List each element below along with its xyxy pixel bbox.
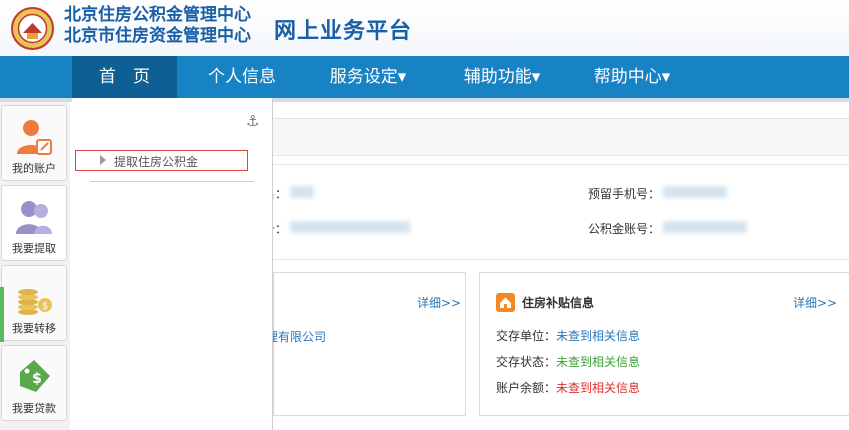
menu-item-withdraw-fund[interactable]: 提取住房公积金 [75, 150, 248, 171]
loan-icon: $ [20, 360, 50, 392]
account-number-value [663, 221, 747, 233]
subsidy-detail-link[interactable]: 详细>> [793, 294, 837, 311]
header: 北京住房公积金管理中心 北京市住房资金管理中心 网上业务平台 [0, 0, 849, 56]
subsidy-card-title: 住房补贴信息 [522, 296, 595, 310]
org-name-line1: 北京住房公积金管理中心 [64, 5, 251, 25]
phone-value [663, 186, 727, 198]
platform-title: 网上业务平台 [274, 19, 413, 44]
account-icon [17, 120, 52, 155]
housing-subsidy-card: 住房补贴信息 详细>> 交存单位：未查到相关信息 交存状态：未查到相关信息 账户… [479, 272, 849, 416]
nav-personal-info[interactable]: 个人信息 [192, 56, 292, 98]
transfer-icon: $ [18, 289, 52, 315]
sidebar-label-withdraw: 我要提取 [12, 242, 56, 255]
subsidy-row-status: 交存状态：未查到相关信息 [496, 353, 640, 370]
quick-sidebar: 我的账户 我要提取 $ 我要转移 $ 我要贷款 [0, 102, 70, 430]
nav-help-center[interactable]: 帮助中心▾ [582, 56, 682, 98]
account-info-panel: 名： 号： 预留手机号： 公积金账号： [263, 164, 849, 260]
sidebar-item-withdraw[interactable]: 我要提取 [1, 185, 67, 261]
svg-text:$: $ [42, 301, 48, 312]
sidebar-label-loan: 我要贷款 [12, 402, 56, 415]
fund-info-card: 详细>> 理有限公司 [266, 272, 466, 416]
sidebar-item-loan[interactable]: $ 我要贷款 [1, 345, 67, 421]
anchor-icon[interactable]: ⚓ [246, 112, 259, 130]
sidebar-side-tab[interactable] [0, 287, 4, 342]
logo-icon [11, 7, 54, 50]
phone-label: 预留手机号： [588, 187, 661, 201]
subsidy-balance-value: 未查到相关信息 [556, 381, 641, 395]
svg-text:$: $ [32, 371, 42, 387]
sidebar-item-transfer[interactable]: $ 我要转移 [1, 265, 67, 341]
subsidy-row-balance: 账户余额：未查到相关信息 [496, 379, 640, 396]
nav-auxiliary[interactable]: 辅助功能▾ [452, 56, 552, 98]
org-name-line2: 北京市住房资金管理中心 [64, 26, 251, 46]
subsidy-status-value: 未查到相关信息 [556, 355, 641, 369]
home-dropdown-menu: ⚓ 提取住房公积金 [72, 98, 273, 430]
subsidy-unit-label: 交存单位： [496, 329, 557, 343]
subsidy-row-unit: 交存单位：未查到相关信息 [496, 327, 640, 344]
sidebar-label-transfer: 我要转移 [12, 322, 56, 335]
triangle-right-icon [100, 155, 106, 165]
main-title-bar [273, 118, 849, 156]
fund-company-value: 理有限公司 [266, 330, 327, 344]
house-icon [496, 293, 515, 312]
fund-detail-link[interactable]: 详细>> [417, 294, 461, 311]
sidebar-label-my-account: 我的账户 [12, 162, 56, 175]
subsidy-balance-label: 账户余额： [496, 381, 557, 395]
org-name: 北京住房公积金管理中心 北京市住房资金管理中心 [64, 5, 251, 47]
sidebar-item-my-account[interactable]: 我的账户 [1, 105, 67, 181]
id-value [290, 221, 410, 233]
nav-home[interactable]: 首 页 [72, 56, 177, 98]
subsidy-unit-value: 未查到相关信息 [556, 329, 641, 343]
withdraw-icon [16, 201, 52, 234]
subsidy-status-label: 交存状态： [496, 355, 557, 369]
menu-item-label: 提取住房公积金 [114, 155, 199, 169]
menu-divider [90, 181, 254, 182]
account-number-label: 公积金账号： [588, 222, 661, 236]
nav-service-settings[interactable]: 服务设定▾ [318, 56, 418, 98]
main-nav: 首 页 个人信息 服务设定▾ 辅助功能▾ 帮助中心▾ [0, 56, 849, 98]
name-value [290, 186, 314, 198]
